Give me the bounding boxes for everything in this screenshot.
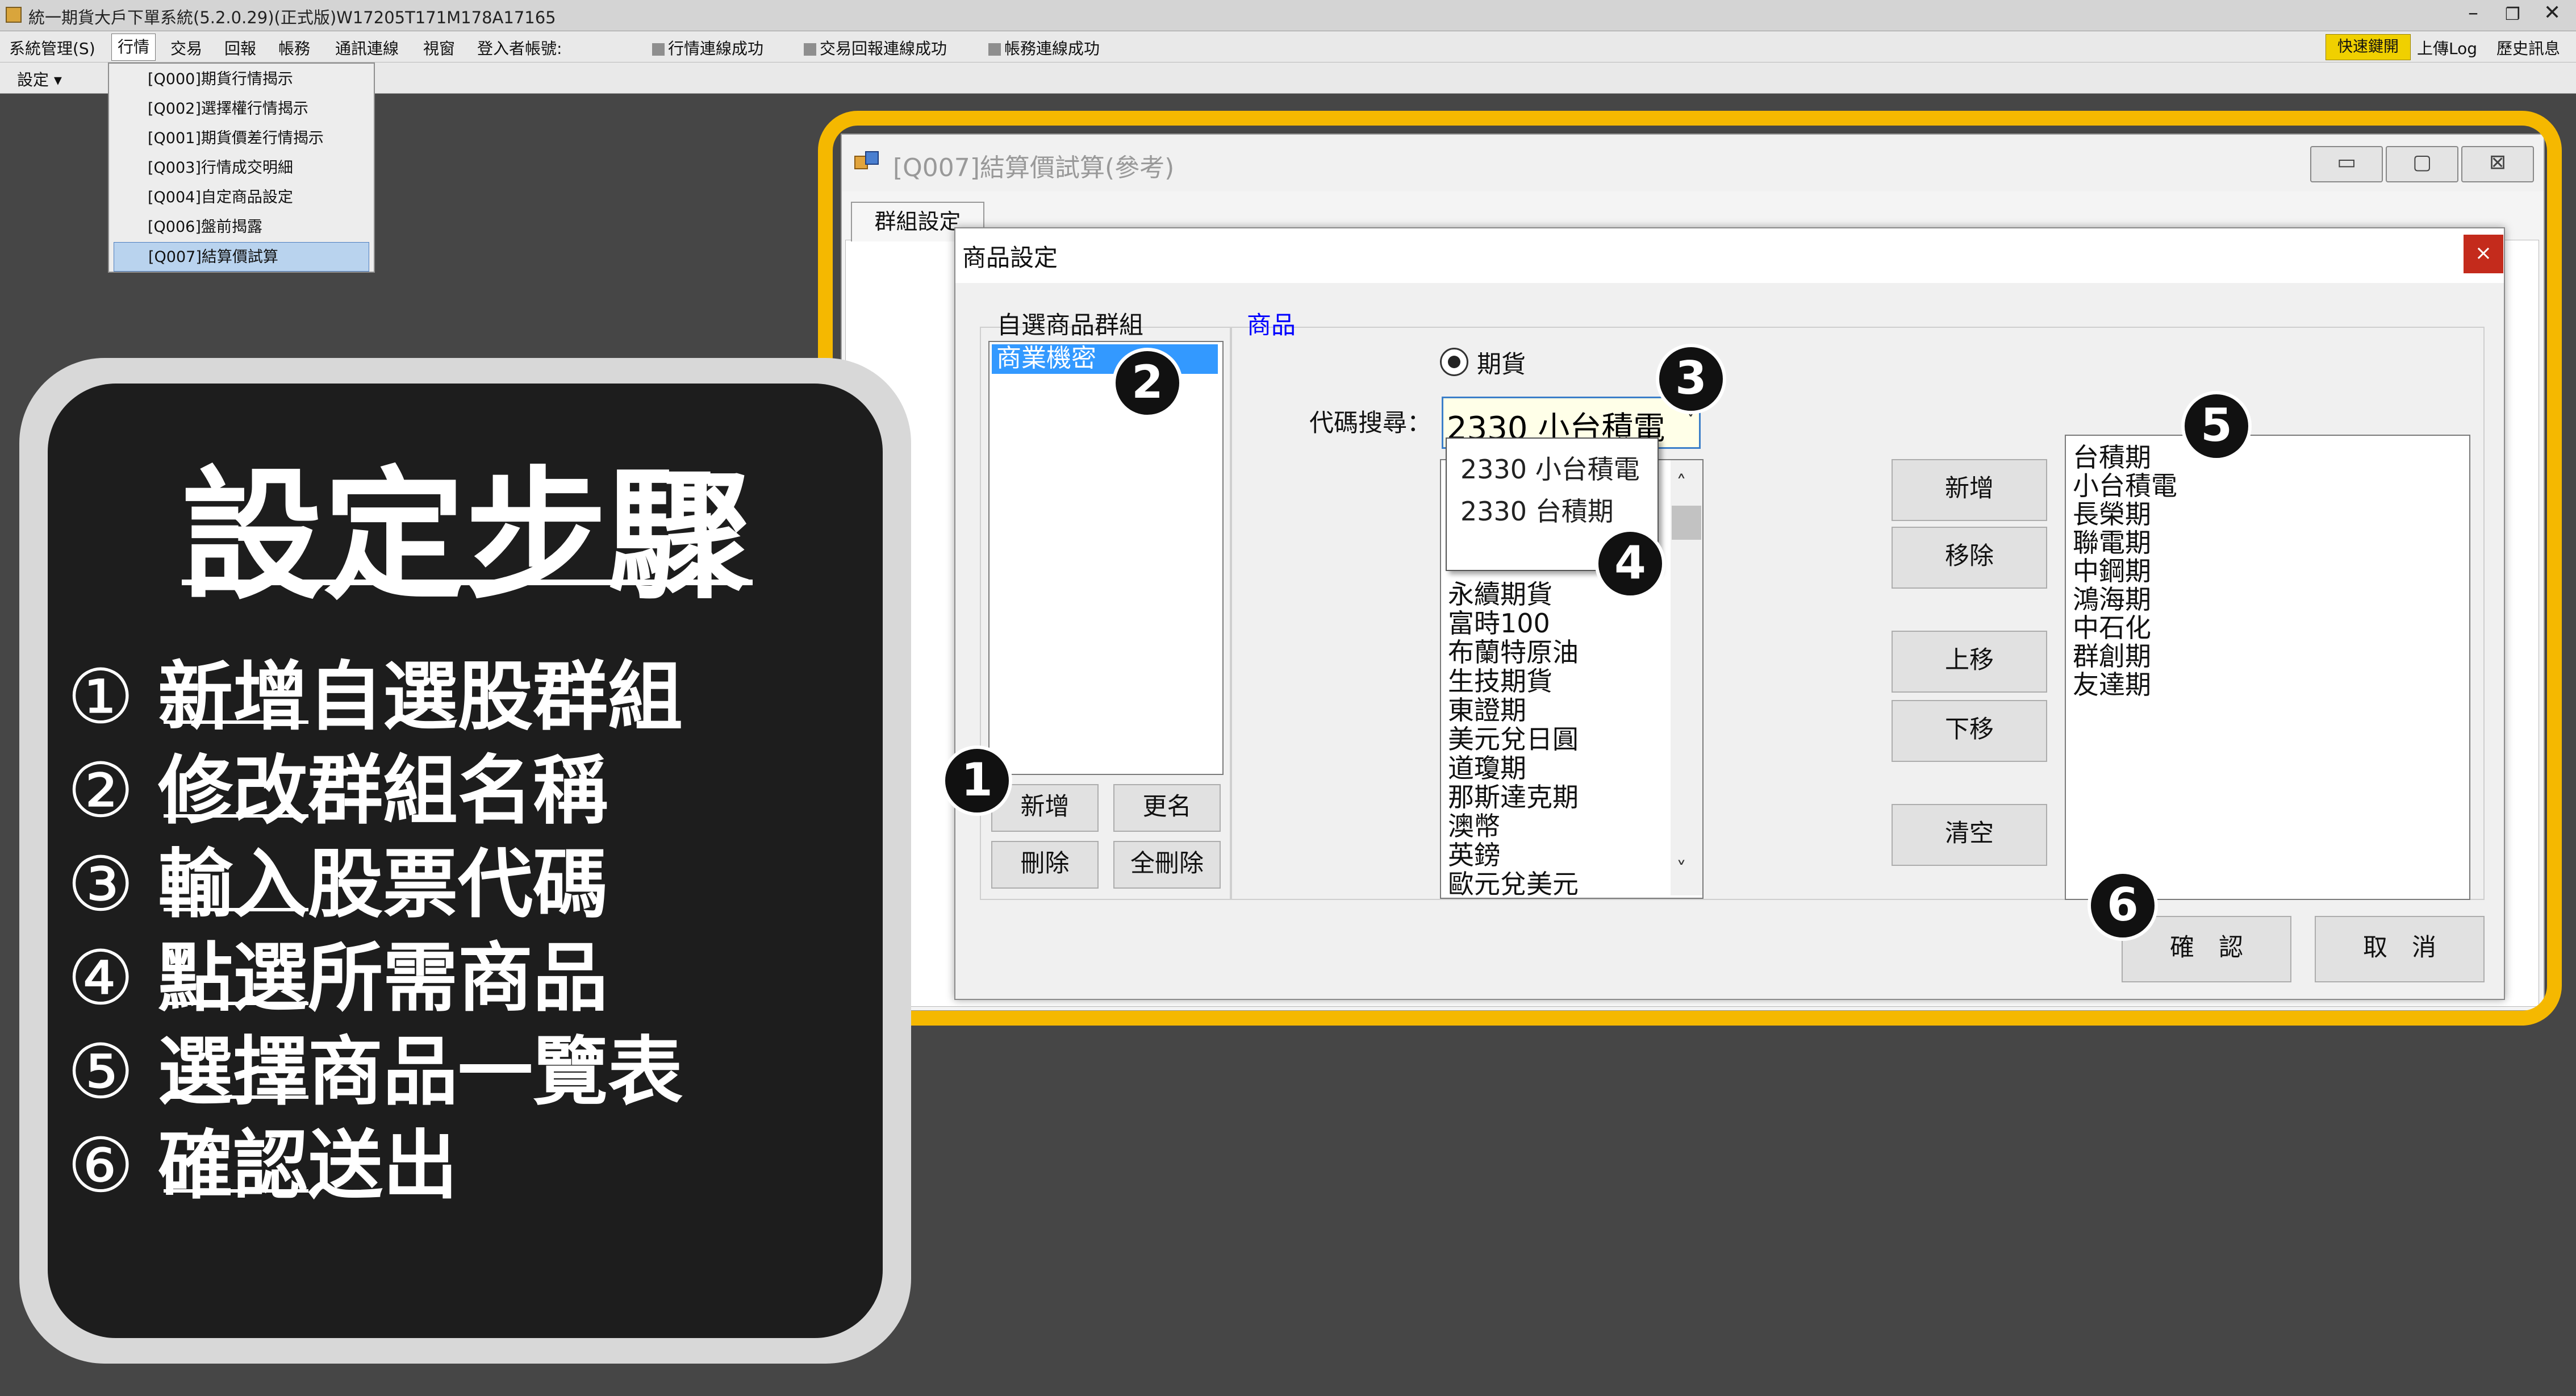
toolbar: 設定 ▾ — [0, 62, 2576, 94]
menu-login: 登入者帳號: — [477, 39, 562, 58]
step-3-underline — [164, 908, 308, 911]
close-app-button[interactable]: ✕ — [2544, 1, 2561, 24]
step-1-underline — [164, 720, 308, 724]
step-5-num: ⑤ — [67, 1028, 135, 1116]
step-2: ② 修改群組名稱 — [67, 730, 608, 839]
menu-trade[interactable]: 交易 — [170, 36, 202, 59]
quote-menu: [Q000]期貨行情揭示 [Q002]選擇權行情揭示 [Q001]期貨價差行情揭… — [108, 62, 375, 273]
step-3-text: 輸入股票代碼 — [158, 841, 608, 928]
step-3: ③ 輸入股票代碼 — [67, 824, 608, 932]
upload-log-button[interactable]: 上傳Log — [2417, 36, 2477, 59]
step-5-underline — [164, 1095, 308, 1099]
step-5-text: 選擇商品一覽表 — [158, 1028, 683, 1116]
history-button[interactable]: 歷史訊息 — [2496, 36, 2560, 59]
restore-button[interactable]: ❐ — [2505, 5, 2520, 24]
step-2-text: 修改群組名稱 — [158, 747, 608, 835]
menu-report[interactable]: 回報 — [224, 36, 256, 59]
app-logo-icon — [6, 7, 22, 23]
step-3-num: ③ — [67, 841, 135, 928]
status-quote: 行情連線成功 — [652, 36, 763, 59]
step-6-text: 確認送出 — [158, 1122, 458, 1210]
step-1-num: ① — [67, 653, 135, 741]
step-6-num: ⑥ — [67, 1122, 135, 1210]
step-badge-6: 6 — [2087, 870, 2158, 941]
step-badge-3: 3 — [1656, 344, 1726, 414]
step-4-text: 點選所需商品 — [158, 935, 608, 1022]
menu-item-q000[interactable]: [Q000]期貨行情揭示 — [114, 65, 369, 94]
menu-item-q002[interactable]: [Q002]選擇權行情揭示 — [114, 94, 369, 124]
step-badge-4: 4 — [1595, 528, 1665, 599]
status-account: 帳務連線成功 — [988, 36, 1100, 59]
step-2-num: ② — [67, 747, 135, 835]
minimize-button[interactable]: – — [2468, 1, 2478, 24]
menu-item-q004[interactable]: [Q004]自定商品設定 — [114, 183, 369, 212]
menu-item-q001[interactable]: [Q001]期貨價差行情揭示 — [114, 124, 369, 153]
step-4-num: ④ — [67, 935, 135, 1022]
app-title: 統一期貨大戶下單系統(5.2.0.29)(正式版)W17205T171M178A… — [28, 8, 556, 27]
step-1-text: 新增自選股群組 — [158, 653, 683, 741]
step-4-underline — [164, 1002, 308, 1005]
menu-item-q003[interactable]: [Q003]行情成交明細 — [114, 153, 369, 183]
step-6-underline — [164, 1189, 308, 1193]
status-account-icon — [988, 43, 1001, 56]
menu-connection[interactable]: 通訊連線 — [335, 36, 399, 59]
menu-quote[interactable]: 行情 — [111, 34, 156, 61]
status-trade: 交易回報連線成功 — [804, 36, 947, 59]
step-badge-2: 2 — [1112, 348, 1183, 418]
menu-window[interactable]: 視窗 — [423, 36, 455, 59]
app-title-bar: 統一期貨大戶下單系統(5.2.0.29)(正式版)W17205T171M178A… — [0, 0, 2576, 31]
menu-bar: 系統管理(S) 行情 交易 回報 帳務 通訊連線 視窗 登入者帳號: 行情連線成… — [0, 31, 2576, 62]
menu-item-q006[interactable]: [Q006]盤前揭露 — [114, 212, 369, 242]
highlight-frame — [818, 111, 2562, 1026]
steps-title-underline — [182, 580, 753, 585]
settings-menu[interactable]: 設定 ▾ — [17, 68, 62, 90]
menu-system[interactable]: 系統管理(S) — [9, 36, 95, 59]
step-badge-1: 1 — [942, 745, 1012, 816]
step-4: ④ 點選所需商品 — [67, 918, 608, 1026]
status-account-text: 帳務連線成功 — [1004, 39, 1100, 58]
step-1: ① 新增自選股群組 — [67, 636, 683, 745]
status-quote-text: 行情連線成功 — [668, 39, 764, 58]
steps-title: 設定步驟 — [181, 453, 749, 619]
menu-account[interactable]: 帳務 — [278, 36, 310, 59]
quick-key-button[interactable]: 快速鍵開 — [2326, 34, 2411, 60]
step-5: ⑤ 選擇商品一覽表 — [67, 1011, 683, 1120]
menu-item-q007[interactable]: [Q007]結算價試算 — [114, 242, 369, 272]
status-trade-text: 交易回報連線成功 — [820, 39, 947, 58]
status-quote-icon — [652, 43, 665, 56]
step-badge-5: 5 — [2181, 391, 2252, 461]
status-trade-icon — [804, 43, 816, 56]
step-6: ⑥ 確認送出 — [67, 1105, 458, 1214]
step-2-underline — [164, 814, 308, 818]
